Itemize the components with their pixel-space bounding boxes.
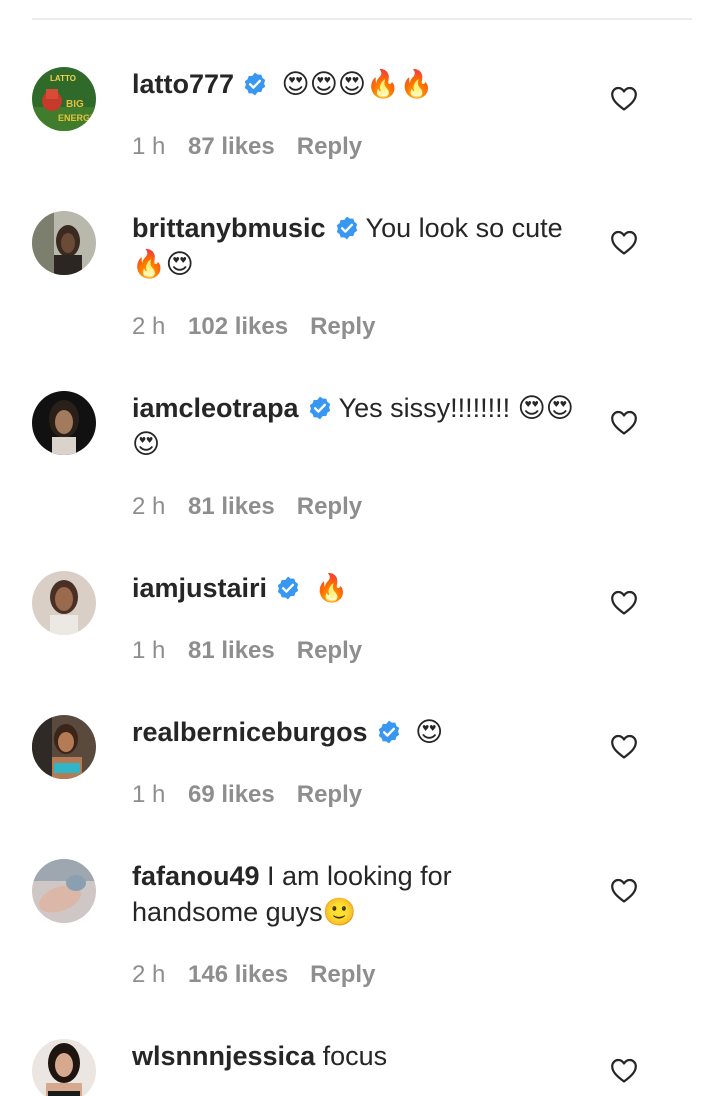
comment-username[interactable]: brittanybmusic [132,213,326,243]
comment-body: realberniceburgos 😍 [132,714,582,750]
comment-meta: 2 h 102 likes Reply [132,312,375,342]
comment-time: 1 h [132,133,166,160]
comment-time: 1 h [132,637,166,664]
avatar[interactable] [32,391,96,455]
avatar[interactable] [32,859,96,923]
verified-badge-icon [242,71,268,97]
comment-body: iamjustairi 🔥 [132,570,582,606]
likes-count[interactable]: 81 likes [188,492,275,522]
comment-meta: 2 h 81 likes Reply [132,492,362,522]
comment-username[interactable]: iamcleotrapa [132,393,299,423]
comment-meta: 1 h 69 likes Reply [132,780,362,810]
comment-text: focus [315,1041,388,1071]
verified-badge-icon [307,395,333,421]
comment-body: fafanou49 I am looking for handsome guys… [132,858,582,930]
comment-text: 🔥 [307,573,349,603]
reply-button[interactable]: Reply [297,780,362,810]
comment-text: 😍 [407,717,444,747]
svg-text:ENERGY: ENERGY [58,113,96,123]
comment-username[interactable]: realberniceburgos [132,717,368,747]
avatar[interactable] [32,715,96,779]
reply-button[interactable]: Reply [297,636,362,666]
avatar[interactable] [32,211,96,275]
like-heart-icon[interactable] [609,732,639,760]
avatar[interactable] [32,571,96,635]
like-heart-icon[interactable] [609,408,639,436]
like-heart-icon[interactable] [609,876,639,904]
reply-button[interactable]: Reply [297,492,362,522]
comment-username[interactable]: fafanou49 [132,861,260,891]
verified-badge-icon [275,575,301,601]
comment-username[interactable]: iamjustairi [132,573,267,603]
like-heart-icon[interactable] [609,228,639,256]
verified-badge-icon [334,215,360,241]
comment-text: 😍😍😍🔥🔥 [274,69,434,99]
comment-meta: 1 h 81 likes Reply [132,636,362,666]
likes-count[interactable]: 87 likes [188,132,275,162]
comment-time: 2 h [132,313,166,340]
comment-time: 1 h [132,781,166,808]
comment-time: 2 h [132,961,166,988]
like-heart-icon[interactable] [609,84,639,112]
comment-body: wlsnnnjessica focus [132,1038,582,1074]
comment-username[interactable]: latto777 [132,69,234,99]
verified-badge-icon [376,719,402,745]
likes-count[interactable]: 102 likes [188,312,288,342]
comment-meta: 1 h 87 likes Reply [132,132,362,162]
comment-meta: 2 h 146 likes Reply [132,960,375,990]
reply-button[interactable]: Reply [297,132,362,162]
reply-button[interactable]: Reply [310,960,375,990]
comment-time: 2 h [132,493,166,520]
likes-count[interactable]: 69 likes [188,780,275,810]
top-divider [32,18,692,20]
comment-username[interactable]: wlsnnnjessica [132,1041,315,1071]
avatar[interactable] [32,1039,96,1096]
reply-button[interactable]: Reply [310,312,375,342]
svg-text:LATTO: LATTO [50,74,76,83]
avatar[interactable]: LATTO BIG ENERGY [32,67,96,131]
svg-text:BIG: BIG [66,99,84,110]
like-heart-icon[interactable] [609,588,639,616]
like-heart-icon[interactable] [609,1056,639,1084]
comment-body: latto777 😍😍😍🔥🔥 [132,66,582,102]
comment-body: brittanybmusic You look so cute 🔥😍 [132,210,582,282]
likes-count[interactable]: 81 likes [188,636,275,666]
comment-body: iamcleotrapa Yes sissy!!!!!!!! 😍😍😍 [132,390,582,462]
likes-count[interactable]: 146 likes [188,960,288,990]
